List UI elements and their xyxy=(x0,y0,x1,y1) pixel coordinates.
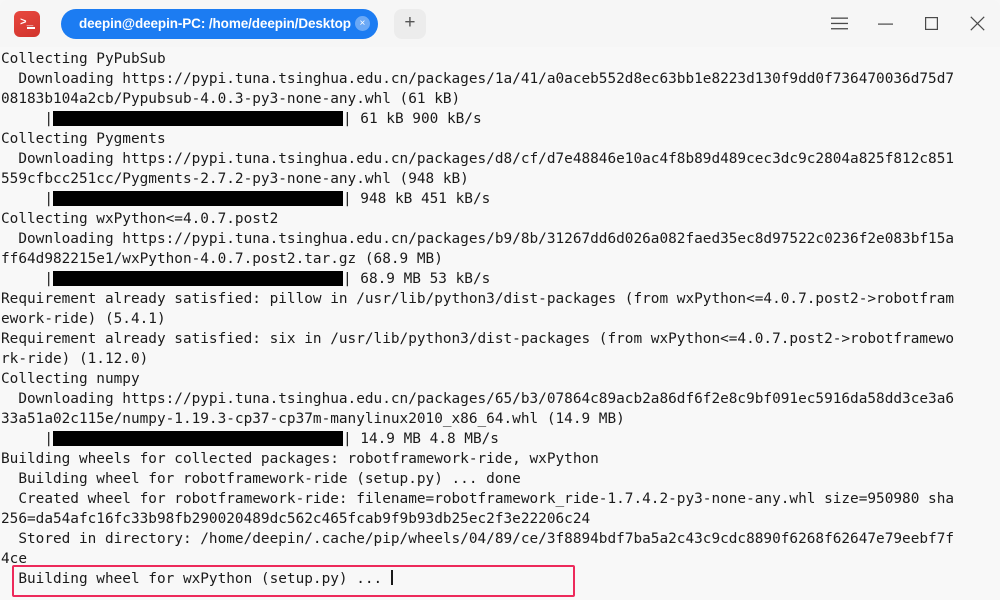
progress-bar xyxy=(52,431,343,446)
terminal-line: Requirement already satisfied: pillow in… xyxy=(0,289,1000,309)
terminal-text: 33a51a02c115e/numpy-1.19.3-cp37-cp37m-ma… xyxy=(1,411,625,427)
terminal-text: Building wheel for robotframework-ride (… xyxy=(1,471,521,487)
progress-prefix: | xyxy=(1,111,53,127)
terminal-line: Building wheel for wxPython (setup.py) .… xyxy=(0,569,1000,589)
new-tab-button[interactable]: + xyxy=(393,8,426,39)
terminal-line: Downloading https://pypi.tuna.tsinghua.e… xyxy=(0,389,1000,409)
terminal-text: Requirement already satisfied: pillow in… xyxy=(1,291,955,307)
terminal-text: Collecting PyPubSub xyxy=(1,51,166,67)
terminal-line: 4ce xyxy=(0,549,1000,569)
terminal-line: rk-ride) (1.12.0) xyxy=(0,349,1000,369)
terminal-line: Created wheel for robotframework-ride: f… xyxy=(0,489,1000,509)
terminal-text: Collecting Pygments xyxy=(1,131,166,147)
progress-suffix: | 68.9 MB 53 kB/s xyxy=(342,271,491,287)
terminal-line: Downloading https://pypi.tuna.tsinghua.e… xyxy=(0,69,1000,89)
terminal-text: Downloading https://pypi.tuna.tsinghua.e… xyxy=(1,151,955,167)
terminal-line: | | 68.9 MB 53 kB/s xyxy=(0,269,1000,289)
tab-title: deepin@deepin-PC: /home/deepin/Desktop xyxy=(79,16,351,31)
maximize-icon[interactable] xyxy=(908,0,954,47)
terminal-text: Collecting wxPython<=4.0.7.post2 xyxy=(1,211,279,227)
terminal-text: Stored in directory: /home/deepin/.cache… xyxy=(1,531,955,547)
terminal-text: Downloading https://pypi.tuna.tsinghua.e… xyxy=(1,391,955,407)
terminal-text: 559cfbcc251cc/Pygments-2.7.2-py3-none-an… xyxy=(1,171,469,187)
terminal-line: Downloading https://pypi.tuna.tsinghua.e… xyxy=(0,229,1000,249)
terminal-text: Building wheels for collected packages: … xyxy=(1,451,599,467)
terminal-line: 08183b104a2cb/Pypubsub-4.0.3-py3-none-an… xyxy=(0,89,1000,109)
terminal-text: Created wheel for robotframework-ride: f… xyxy=(1,491,955,507)
terminal-line: 559cfbcc251cc/Pygments-2.7.2-py3-none-an… xyxy=(0,169,1000,189)
terminal-line: | | 61 kB 900 kB/s xyxy=(0,109,1000,129)
terminal-line: 33a51a02c115e/numpy-1.19.3-cp37-cp37m-ma… xyxy=(0,409,1000,429)
terminal-line: ff64d982215e1/wxPython-4.0.7.post2.tar.g… xyxy=(0,249,1000,269)
terminal-line: Collecting Pygments xyxy=(0,129,1000,149)
title-bar: >_ deepin@deepin-PC: /home/deepin/Deskto… xyxy=(0,0,1000,47)
text-cursor xyxy=(390,570,393,585)
terminal-line: Collecting wxPython<=4.0.7.post2 xyxy=(0,209,1000,229)
terminal-line: Building wheel for robotframework-ride (… xyxy=(0,469,1000,489)
progress-bar xyxy=(52,191,343,206)
prompt-underline xyxy=(27,26,35,29)
progress-bar xyxy=(52,271,343,286)
terminal-text: 256=da54afc16fc33b98fb290020489dc562c465… xyxy=(1,511,591,527)
terminal-text: 08183b104a2cb/Pypubsub-4.0.3-py3-none-an… xyxy=(1,91,461,107)
terminal-tab[interactable]: deepin@deepin-PC: /home/deepin/Desktop × xyxy=(61,8,378,39)
close-window-icon[interactable] xyxy=(954,0,1000,47)
progress-suffix: | 14.9 MB 4.8 MB/s xyxy=(342,431,499,447)
progress-bar xyxy=(52,111,343,126)
progress-prefix: | xyxy=(1,431,53,447)
terminal-text: Collecting numpy xyxy=(1,371,140,387)
terminal-line: Downloading https://pypi.tuna.tsinghua.e… xyxy=(0,149,1000,169)
terminal-line: Stored in directory: /home/deepin/.cache… xyxy=(0,529,1000,549)
terminal-line: | | 14.9 MB 4.8 MB/s xyxy=(0,429,1000,449)
progress-suffix: | 948 kB 451 kB/s xyxy=(342,191,491,207)
terminal-line: Requirement already satisfied: six in /u… xyxy=(0,329,1000,349)
terminal-text: 4ce xyxy=(1,551,27,567)
terminal-text: Downloading https://pypi.tuna.tsinghua.e… xyxy=(1,71,955,87)
terminal-icon: >_ xyxy=(14,10,40,37)
terminal-text: Building wheel for wxPython (setup.py) .… xyxy=(1,571,391,587)
terminal-text: ff64d982215e1/wxPython-4.0.7.post2.tar.g… xyxy=(1,251,443,267)
terminal-text: ework-ride) (5.4.1) xyxy=(1,311,166,327)
terminal-text: rk-ride) (1.12.0) xyxy=(1,351,149,367)
progress-suffix: | 61 kB 900 kB/s xyxy=(342,111,482,127)
menu-icon[interactable] xyxy=(816,0,862,47)
close-tab-icon[interactable]: × xyxy=(354,16,370,31)
progress-prefix: | xyxy=(1,191,53,207)
window-controls xyxy=(816,0,1000,47)
minimize-icon[interactable] xyxy=(862,0,908,47)
terminal-line: | | 948 kB 451 kB/s xyxy=(0,189,1000,209)
terminal-text: Downloading https://pypi.tuna.tsinghua.e… xyxy=(1,231,955,247)
terminal-output[interactable]: Collecting PyPubSub Downloading https://… xyxy=(0,47,1000,600)
terminal-line: Building wheels for collected packages: … xyxy=(0,449,1000,469)
terminal-line: 256=da54afc16fc33b98fb290020489dc562c465… xyxy=(0,509,1000,529)
terminal-text: Requirement already satisfied: six in /u… xyxy=(1,331,955,347)
terminal-line: ework-ride) (5.4.1) xyxy=(0,309,1000,329)
terminal-line: Collecting numpy xyxy=(0,369,1000,389)
terminal-lines: Collecting PyPubSub Downloading https://… xyxy=(0,49,1000,589)
terminal-line: Collecting PyPubSub xyxy=(0,49,1000,69)
terminal-window: >_ deepin@deepin-PC: /home/deepin/Deskto… xyxy=(0,0,1000,600)
progress-prefix: | xyxy=(1,271,53,287)
